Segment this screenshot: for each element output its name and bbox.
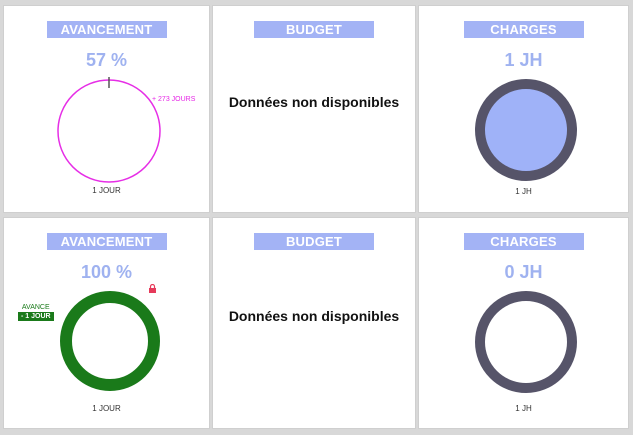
avancement-header: AVANCEMENT (46, 21, 167, 38)
avancement-value: 100 % (80, 262, 133, 282)
budget-header: BUDGET (254, 21, 374, 38)
avancement-panel-2[interactable]: AVANCEMENT 100 % AVANCE - 1 JOUR 1 JOUR (4, 218, 209, 428)
charges-footer: 1 JH (515, 187, 532, 196)
charges-ring-circle (475, 291, 577, 393)
avance-badge: AVANCE - 1 JOUR (18, 304, 54, 321)
charges-panel-2[interactable]: CHARGES 0 JH 1 JH (419, 218, 628, 428)
progress-ring-complete (60, 291, 160, 391)
avance-badge-value: - 1 JOUR (18, 312, 54, 321)
avancement-value: 57 % (85, 50, 128, 70)
avancement-footer: 1 JOUR (92, 404, 121, 413)
charges-ring-circle (475, 79, 577, 181)
charges-header: CHARGES (463, 233, 584, 250)
progress-ring-complete-circle (60, 291, 160, 391)
avancement-header: AVANCEMENT (46, 233, 167, 250)
progress-ring (57, 77, 161, 183)
avancement-footer: 1 JOUR (92, 186, 121, 195)
budget-no-data-message: Données non disponibles (228, 94, 400, 110)
charges-panel-1[interactable]: CHARGES 1 JH 1 JH (419, 6, 628, 212)
charges-value: 0 JH (504, 262, 543, 282)
charges-ring (475, 79, 577, 181)
charges-ring (475, 291, 577, 393)
progress-ring-circle (57, 79, 161, 183)
charges-header: CHARGES (463, 21, 584, 38)
budget-panel-2[interactable]: BUDGET Données non disponibles (213, 218, 415, 428)
budget-no-data-message: Données non disponibles (228, 308, 400, 324)
budget-header: BUDGET (254, 233, 374, 250)
avance-badge-label: AVANCE (21, 304, 50, 311)
charges-footer: 1 JH (515, 404, 532, 413)
delay-label: + 273 JOURS (152, 96, 196, 103)
avancement-panel-1[interactable]: AVANCEMENT 57 % + 273 JOURS 1 JOUR (4, 6, 209, 212)
charges-value: 1 JH (504, 50, 543, 70)
budget-panel-1[interactable]: BUDGET Données non disponibles (213, 6, 415, 212)
dashboard-grid: AVANCEMENT 57 % + 273 JOURS 1 JOUR BUDGE… (4, 6, 628, 428)
